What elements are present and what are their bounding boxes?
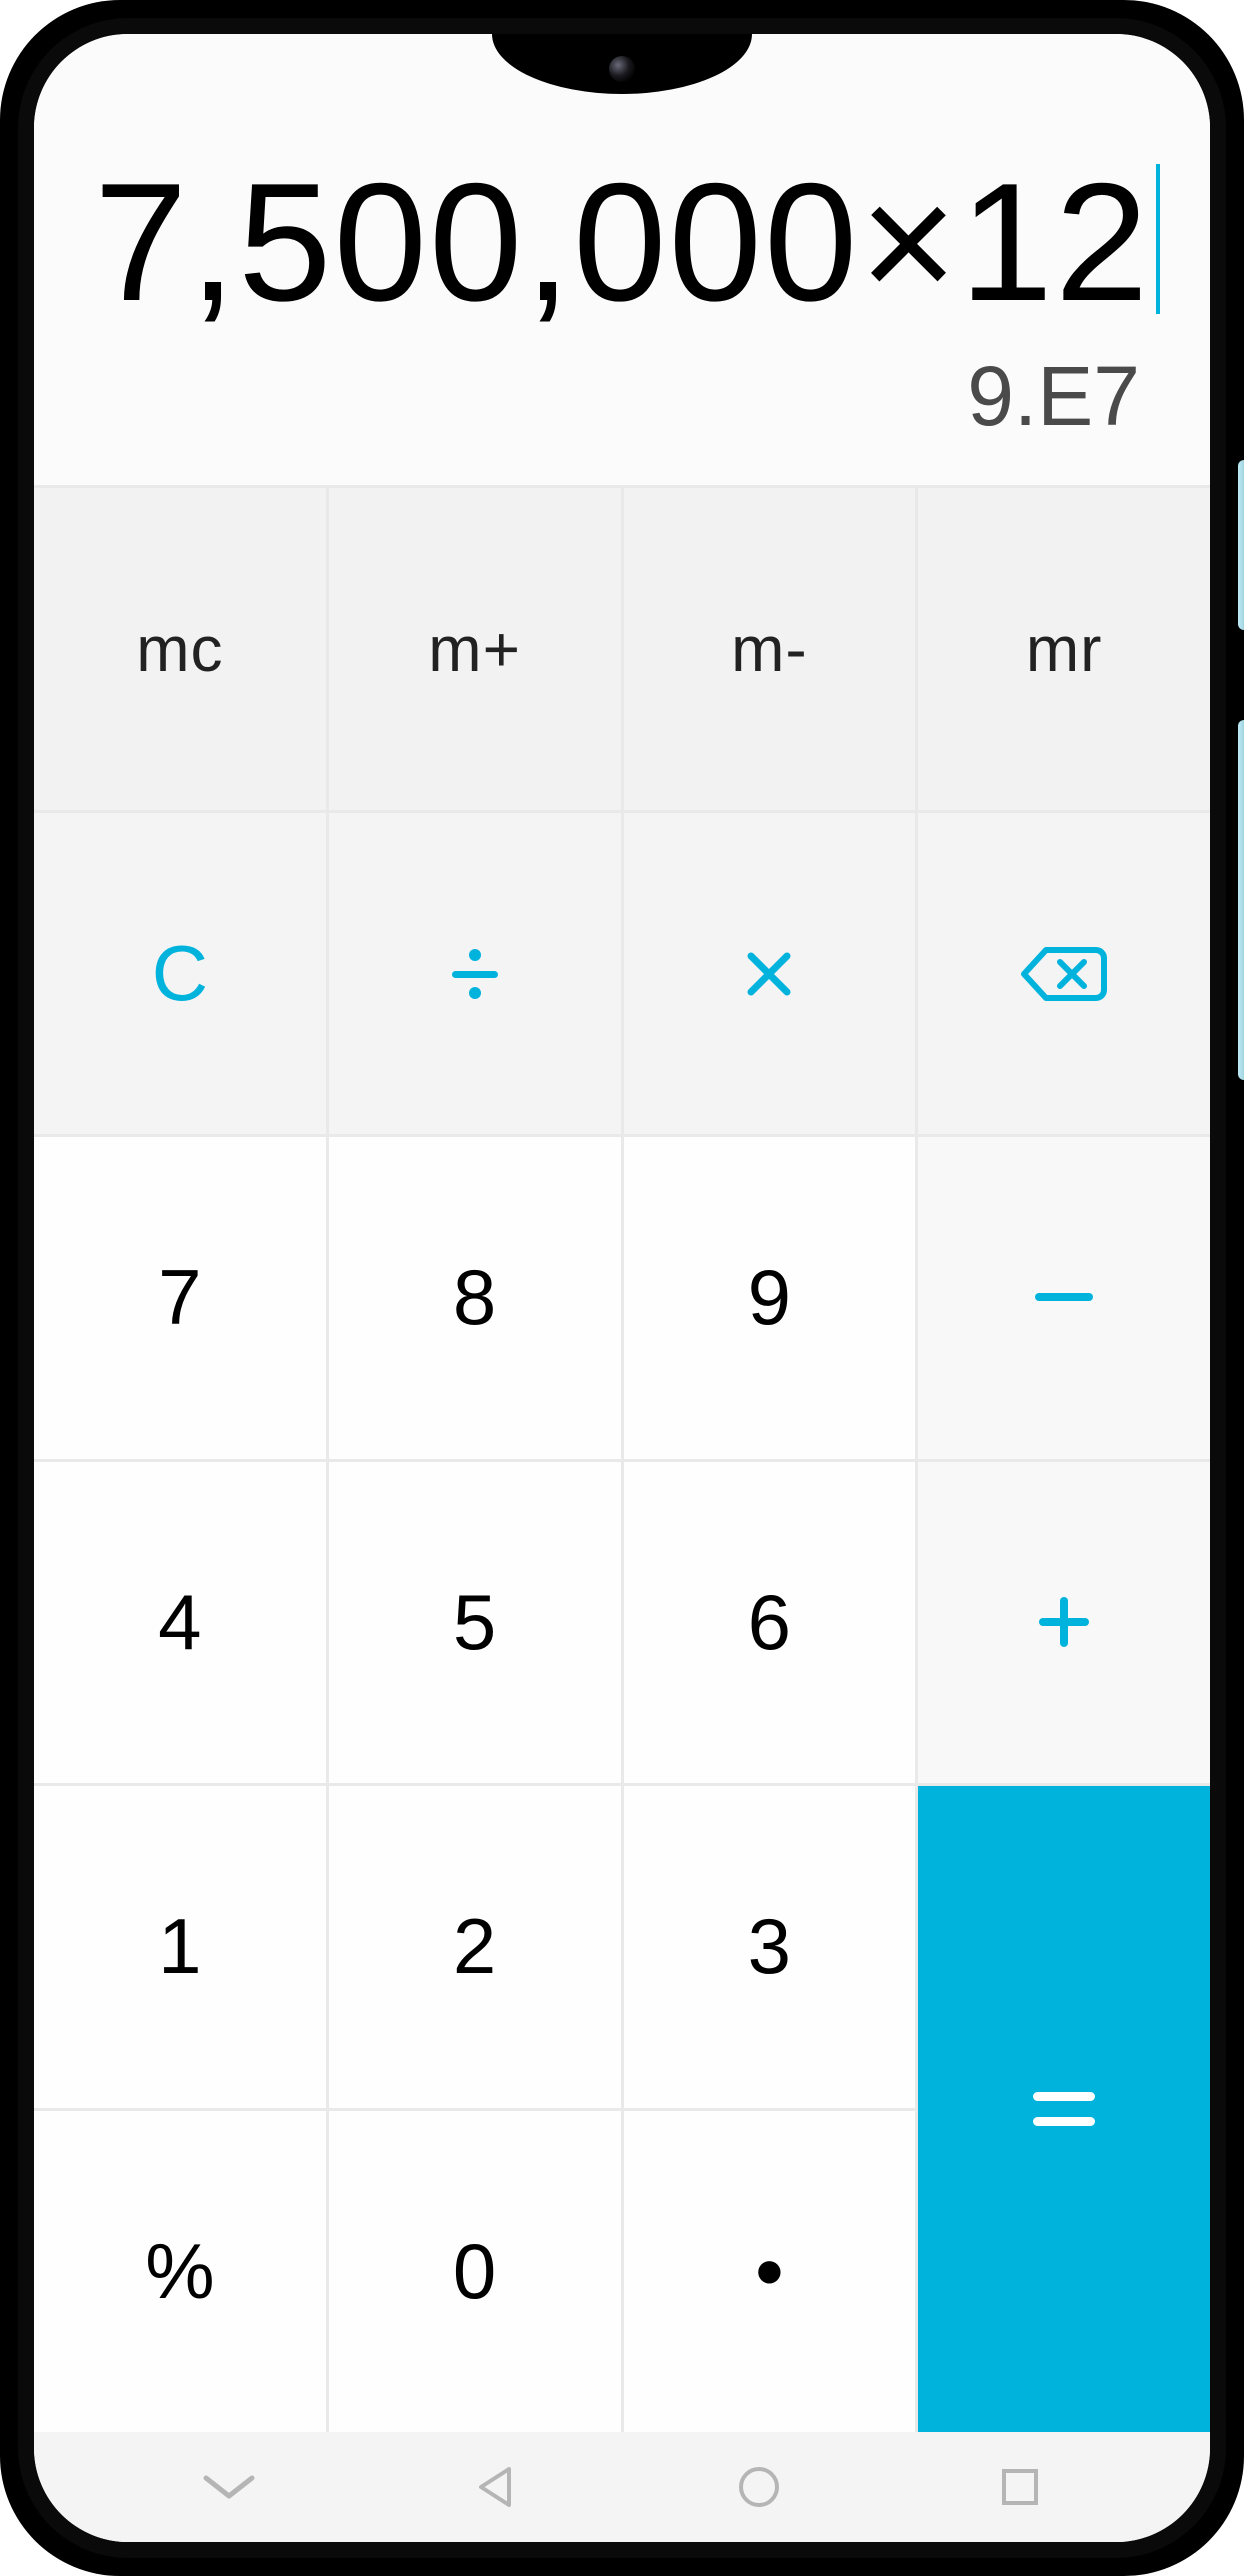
key-3-label: 3: [748, 1901, 791, 1992]
key-percent-label: %: [145, 2226, 214, 2317]
key-9-label: 9: [748, 1252, 791, 1343]
multiply-icon: [742, 947, 796, 1001]
key-7-label: 7: [158, 1252, 201, 1343]
key-m-plus[interactable]: m+: [329, 488, 621, 809]
key-7[interactable]: 7: [34, 1137, 326, 1458]
plus-icon: [1035, 1593, 1093, 1651]
key-mc-label: mc: [136, 612, 223, 686]
key-clear-label: C: [152, 928, 208, 1019]
key-8[interactable]: 8: [329, 1137, 621, 1458]
home-icon[interactable]: [733, 2461, 785, 2513]
key-m-minus-label: m-: [731, 612, 808, 686]
recent-icon[interactable]: [996, 2463, 1044, 2511]
key-2-label: 2: [453, 1901, 496, 1992]
key-9[interactable]: 9: [624, 1137, 916, 1458]
key-mr-label: mr: [1026, 612, 1103, 686]
back-icon[interactable]: [469, 2461, 521, 2513]
key-divide[interactable]: [329, 813, 621, 1134]
key-0[interactable]: 0: [329, 2111, 621, 2432]
key-backspace[interactable]: [918, 813, 1210, 1134]
side-button-1: [1238, 460, 1244, 630]
calculator-display: 7,500,000×12 9.E7: [34, 34, 1210, 485]
key-m-plus-label: m+: [428, 612, 521, 686]
divide-icon: [446, 945, 504, 1003]
key-4-label: 4: [158, 1577, 201, 1668]
nav-bar: [34, 2432, 1210, 2542]
key-5-label: 5: [453, 1577, 496, 1668]
key-5[interactable]: 5: [329, 1462, 621, 1783]
result-line: 9.E7: [94, 348, 1150, 445]
key-6-label: 6: [748, 1577, 791, 1668]
equals-icon: [1029, 2086, 1099, 2132]
key-4[interactable]: 4: [34, 1462, 326, 1783]
key-0-label: 0: [453, 2226, 496, 2317]
key-mr[interactable]: mr: [918, 488, 1210, 809]
expression-text: 7,500,000×12: [94, 148, 1150, 336]
collapse-icon[interactable]: [200, 2470, 258, 2504]
key-equals[interactable]: [918, 1786, 1210, 2432]
cursor: [1156, 164, 1160, 314]
key-2[interactable]: 2: [329, 1786, 621, 2107]
key-minus[interactable]: [918, 1137, 1210, 1458]
device-bezel: 7,500,000×12 9.E7 mc m+ m- mr C: [18, 18, 1226, 2558]
key-3[interactable]: 3: [624, 1786, 916, 2107]
key-8-label: 8: [453, 1252, 496, 1343]
keypad: mc m+ m- mr C: [34, 485, 1210, 2432]
key-m-minus[interactable]: m-: [624, 488, 916, 809]
expression-line[interactable]: 7,500,000×12: [94, 154, 1150, 330]
key-plus[interactable]: [918, 1462, 1210, 1783]
screen: 7,500,000×12 9.E7 mc m+ m- mr C: [34, 34, 1210, 2542]
key-decimal[interactable]: •: [624, 2111, 916, 2432]
backspace-icon: [1020, 946, 1108, 1002]
key-1[interactable]: 1: [34, 1786, 326, 2107]
minus-icon: [1035, 1293, 1093, 1303]
key-clear[interactable]: C: [34, 813, 326, 1134]
key-1-label: 1: [158, 1901, 201, 1992]
key-6[interactable]: 6: [624, 1462, 916, 1783]
device-frame: 7,500,000×12 9.E7 mc m+ m- mr C: [0, 0, 1244, 2576]
key-mc[interactable]: mc: [34, 488, 326, 809]
key-multiply[interactable]: [624, 813, 916, 1134]
key-percent[interactable]: %: [34, 2111, 326, 2432]
side-button-2: [1238, 720, 1244, 1080]
